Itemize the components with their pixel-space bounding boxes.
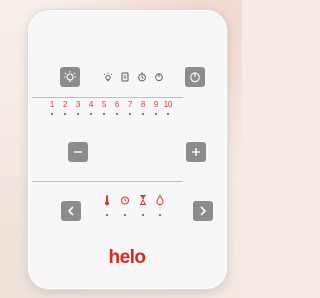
increase-button[interactable]	[186, 142, 206, 162]
level-dot	[64, 113, 66, 115]
level-dot	[103, 113, 105, 115]
level-dot	[77, 113, 79, 115]
level-3[interactable]: 3	[72, 100, 84, 115]
hourglass-icon	[140, 195, 146, 205]
chevron-left-icon	[68, 206, 74, 216]
level-dot	[167, 113, 169, 115]
light-bulb-icon	[64, 71, 76, 82]
level-1[interactable]: 1	[46, 100, 58, 115]
mode-timer[interactable]	[120, 193, 130, 216]
level-label: 3	[75, 100, 81, 109]
level-dot	[116, 113, 118, 115]
sauna-heater-icon	[121, 72, 129, 82]
next-button[interactable]	[193, 201, 213, 221]
level-label: 5	[101, 100, 107, 109]
level-label: 9	[153, 100, 159, 109]
level-8[interactable]: 8	[137, 100, 149, 115]
level-label: 8	[140, 100, 146, 109]
level-5[interactable]: 5	[98, 100, 110, 115]
thermometer-icon	[105, 195, 109, 206]
level-2[interactable]: 2	[59, 100, 71, 115]
divider-bottom	[32, 181, 183, 182]
chevron-right-icon	[200, 206, 206, 216]
power-level-scale: 1 2 3 4 5 6 7 8 9 10	[46, 100, 174, 124]
previous-button[interactable]	[61, 201, 81, 221]
level-label: 7	[127, 100, 133, 109]
level-dot	[90, 113, 92, 115]
decrease-button[interactable]	[68, 142, 88, 162]
level-dot	[51, 113, 53, 115]
mode-temperature[interactable]	[102, 193, 112, 216]
minus-icon	[74, 151, 82, 153]
mode-duration[interactable]	[138, 193, 148, 216]
humidity-drop-icon	[156, 194, 164, 206]
level-label: 2	[62, 100, 68, 109]
clock-icon	[121, 196, 129, 205]
power-button[interactable]	[185, 67, 205, 87]
level-7[interactable]: 7	[124, 100, 136, 115]
level-dot	[155, 113, 157, 115]
mode-humidity[interactable]	[155, 193, 165, 216]
mode-dot	[142, 214, 144, 216]
timer-icon	[138, 72, 146, 82]
level-4[interactable]: 4	[85, 100, 97, 115]
level-9[interactable]: 9	[150, 100, 162, 115]
mode-dot	[159, 214, 161, 216]
light-status-icon	[103, 72, 113, 82]
level-dot	[142, 113, 144, 115]
helo-logo: helo	[108, 247, 146, 268]
light-button[interactable]	[60, 67, 80, 87]
plus-icon	[192, 148, 200, 156]
level-10[interactable]: 10	[162, 100, 174, 115]
mode-dot	[106, 214, 108, 216]
power-icon	[190, 72, 200, 83]
level-label: 6	[114, 100, 120, 109]
level-label: 10	[163, 100, 173, 109]
power-indicator-icon	[155, 73, 163, 82]
level-label: 1	[49, 100, 55, 109]
mode-dot	[124, 214, 126, 216]
level-6[interactable]: 6	[111, 100, 123, 115]
divider-top	[32, 97, 183, 98]
level-dot	[129, 113, 131, 115]
level-label: 4	[88, 100, 94, 109]
